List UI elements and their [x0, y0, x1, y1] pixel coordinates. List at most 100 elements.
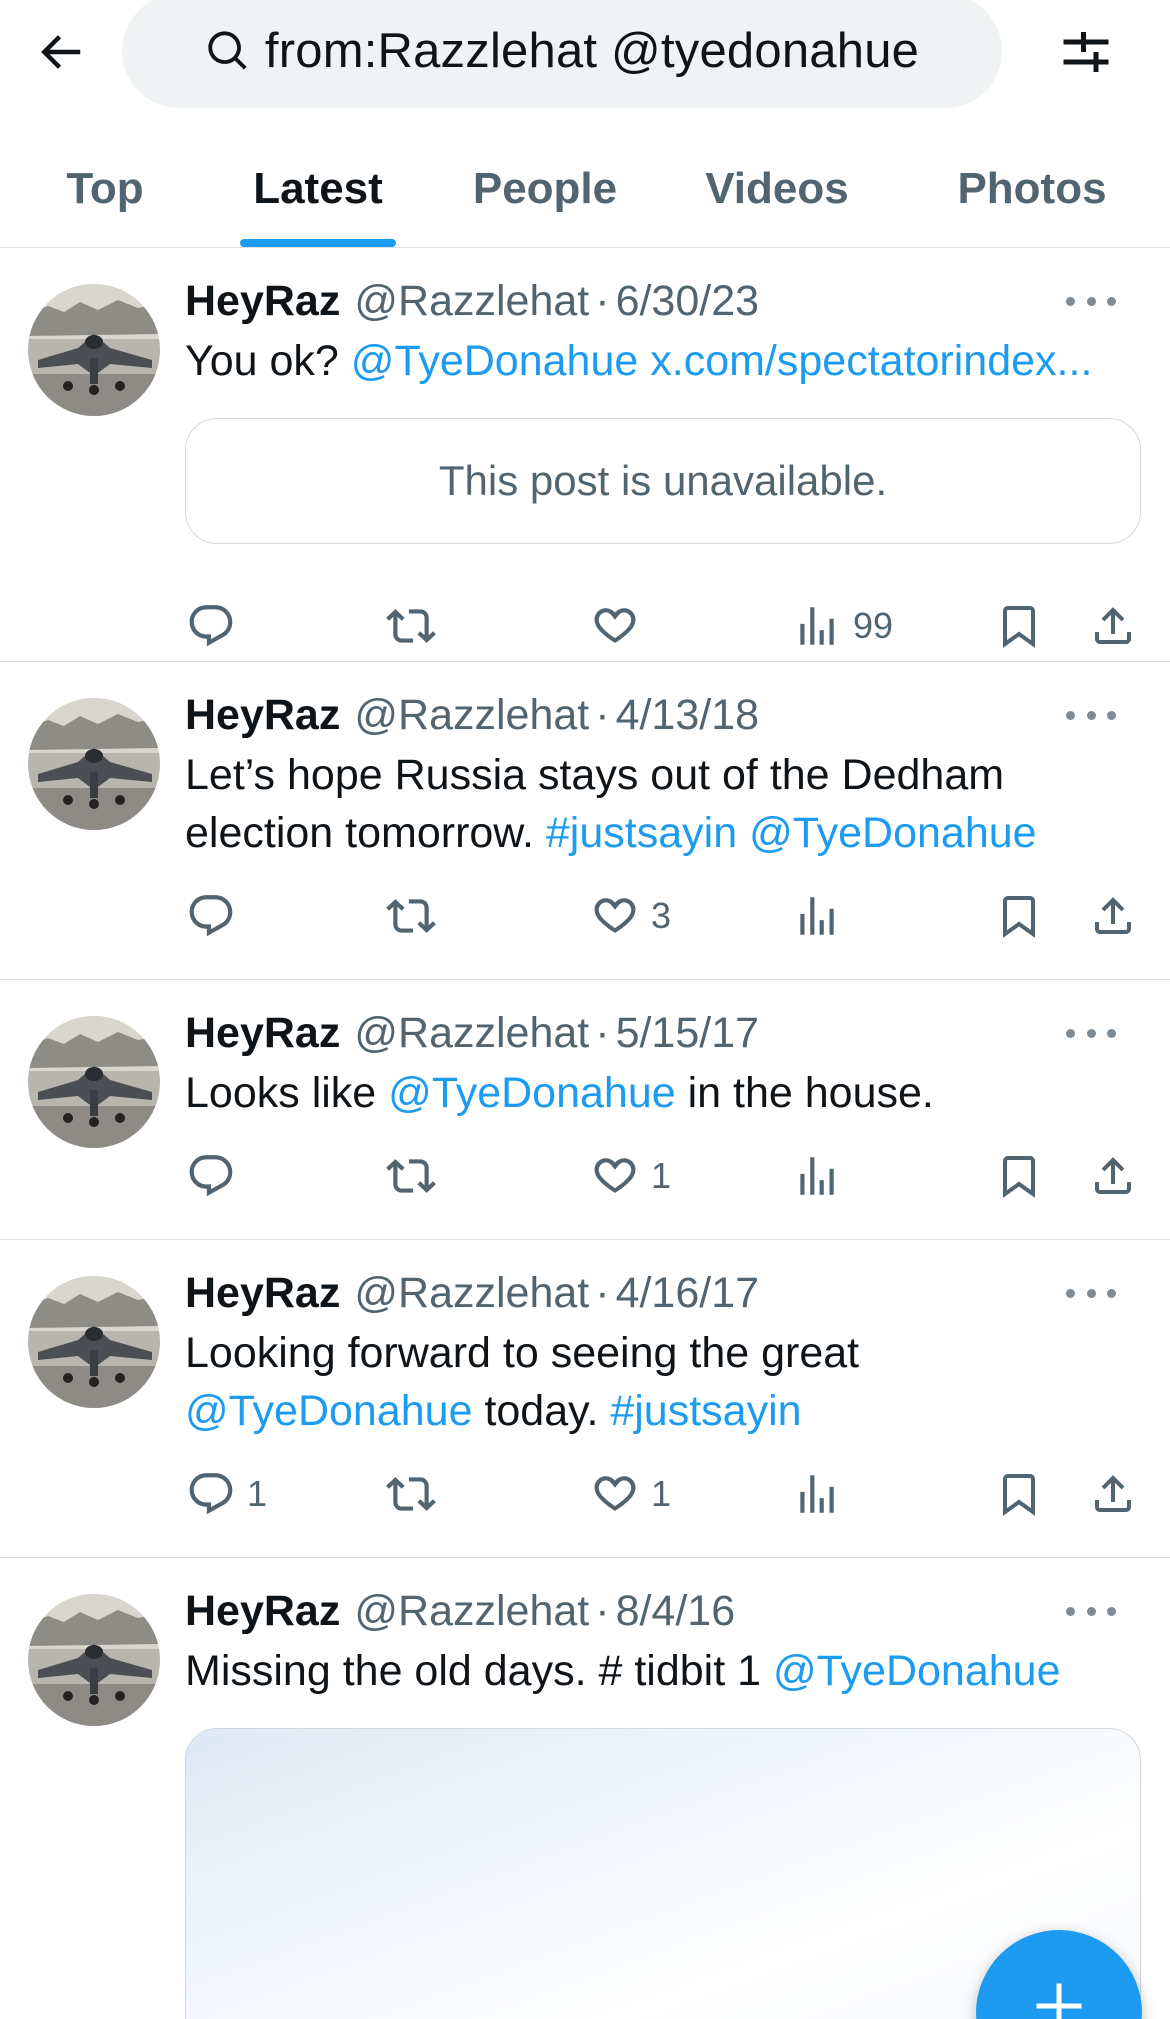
bookmark-button[interactable]	[993, 1144, 1045, 1208]
share-icon	[1087, 1150, 1139, 1202]
user-handle[interactable]: @Razzlehat	[354, 1587, 589, 1636]
tab-photos[interactable]: Photos	[944, 130, 1120, 248]
mention-link[interactable]: @TyeDonahue	[351, 337, 639, 385]
display-name[interactable]: HeyRaz	[185, 1009, 340, 1058]
hashtag-link[interactable]: #justsayin	[610, 1387, 801, 1435]
reply-icon	[185, 1150, 237, 1202]
more-icon[interactable]	[1066, 1596, 1116, 1626]
mention-link[interactable]: @TyeDonahue	[185, 1387, 473, 1435]
views-icon	[791, 600, 843, 652]
views-button[interactable]	[791, 1462, 843, 1526]
avatar[interactable]	[28, 1016, 160, 1148]
user-handle[interactable]: @Razzlehat	[354, 277, 589, 326]
search-tabs: Top Latest People Videos Photos	[0, 130, 1170, 248]
post-date[interactable]: 6/30/23	[616, 277, 759, 326]
post-text: You ok? @TyeDonahue x.com/spectatorindex…	[185, 337, 1093, 385]
views-icon	[791, 890, 843, 942]
display-name[interactable]: HeyRaz	[185, 277, 340, 326]
display-name[interactable]: HeyRaz	[185, 1587, 340, 1636]
more-icon[interactable]	[1066, 1278, 1116, 1308]
like-button[interactable]: 3	[589, 884, 671, 948]
tab-latest[interactable]: Latest	[240, 130, 396, 248]
post[interactable]: HeyRaz @Razzlehat · 4/13/18 Let’s hope R…	[0, 662, 1170, 980]
search-query: from:Razzlehat @tyedonahue	[264, 24, 920, 78]
post-actions: 99	[185, 594, 1145, 658]
like-button[interactable]: 1	[589, 1462, 671, 1526]
post-actions: 1	[185, 1144, 1145, 1208]
reply-button[interactable]	[185, 594, 237, 658]
separator: ·	[595, 1268, 610, 1317]
reply-button[interactable]	[185, 1144, 237, 1208]
more-icon[interactable]	[1066, 1018, 1116, 1048]
user-handle[interactable]: @Razzlehat	[354, 691, 589, 740]
filter-icon	[1063, 32, 1109, 72]
more-icon[interactable]	[1066, 700, 1116, 730]
more-icon[interactable]	[1066, 286, 1116, 316]
avatar[interactable]	[28, 1594, 160, 1726]
tab-top[interactable]: Top	[40, 130, 170, 248]
user-handle[interactable]: @Razzlehat	[354, 1009, 589, 1058]
reply-button[interactable]: 1	[185, 1462, 267, 1526]
views-button[interactable]	[791, 1144, 843, 1208]
repost-button[interactable]	[385, 884, 437, 948]
tab-people[interactable]: People	[460, 130, 630, 248]
post-date[interactable]: 4/13/18	[616, 691, 759, 740]
share-button[interactable]	[1087, 884, 1139, 948]
bookmark-button[interactable]	[993, 1462, 1045, 1526]
post-date[interactable]: 8/4/16	[616, 1587, 736, 1636]
share-icon	[1087, 1468, 1139, 1520]
mention-link[interactable]: @TyeDonahue	[749, 809, 1037, 857]
mention-link[interactable]: @TyeDonahue	[388, 1069, 676, 1117]
repost-icon	[385, 1468, 437, 1520]
avatar[interactable]	[28, 284, 160, 416]
repost-button[interactable]	[385, 1462, 437, 1526]
avatar[interactable]	[28, 698, 160, 830]
search-input[interactable]: from:Razzlehat @tyedonahue	[122, 0, 1002, 108]
repost-button[interactable]	[385, 1144, 437, 1208]
avatar[interactable]	[28, 1276, 160, 1408]
url-link[interactable]: x.com/spectatorindex...	[650, 337, 1092, 385]
separator: ·	[595, 1008, 610, 1057]
back-arrow-icon	[41, 35, 81, 69]
repost-icon	[385, 1150, 437, 1202]
reply-count: 1	[247, 1473, 268, 1514]
repost-icon	[385, 600, 437, 652]
like-count: 1	[651, 1155, 672, 1196]
like-icon	[589, 1468, 641, 1520]
user-handle[interactable]: @Razzlehat	[354, 1269, 589, 1318]
tab-videos[interactable]: Videos	[692, 130, 862, 248]
active-tab-indicator	[240, 239, 396, 247]
separator: ·	[595, 690, 610, 739]
bookmark-button[interactable]	[993, 884, 1045, 948]
like-icon	[589, 1150, 641, 1202]
reply-button[interactable]	[185, 884, 237, 948]
filter-button[interactable]	[1052, 18, 1120, 86]
share-button[interactable]	[1087, 1144, 1139, 1208]
post-date[interactable]: 4/16/17	[616, 1269, 759, 1318]
post[interactable]: HeyRaz @Razzlehat · 4/16/17 Looking forw…	[0, 1240, 1170, 1558]
like-button[interactable]	[589, 594, 641, 658]
bookmark-icon	[993, 1468, 1045, 1520]
views-button[interactable]: 99	[791, 594, 893, 658]
like-button[interactable]: 1	[589, 1144, 671, 1208]
mention-link[interactable]: @TyeDonahue	[773, 1647, 1061, 1695]
back-button[interactable]	[28, 20, 92, 84]
post-header: HeyRaz @Razzlehat · 8/4/16	[185, 1583, 735, 1639]
display-name[interactable]: HeyRaz	[185, 1269, 340, 1318]
bookmark-icon	[993, 890, 1045, 942]
views-count: 99	[853, 605, 894, 646]
post-date[interactable]: 5/15/17	[616, 1009, 759, 1058]
bookmark-button[interactable]	[993, 594, 1045, 658]
post[interactable]: HeyRaz @Razzlehat · 6/30/23 You ok? @Tye…	[0, 248, 1170, 662]
post[interactable]: HeyRaz @Razzlehat · 5/15/17 Looks like @…	[0, 980, 1170, 1240]
hashtag-link[interactable]: #justsayin	[546, 809, 737, 857]
share-button[interactable]	[1087, 1462, 1139, 1526]
views-button[interactable]	[791, 884, 843, 948]
reply-icon	[185, 890, 237, 942]
display-name[interactable]: HeyRaz	[185, 691, 340, 740]
repost-button[interactable]	[385, 594, 437, 658]
like-icon	[589, 890, 641, 942]
share-button[interactable]	[1087, 594, 1139, 658]
separator: ·	[595, 276, 610, 325]
post-header: HeyRaz @Razzlehat · 4/13/18	[185, 687, 759, 743]
